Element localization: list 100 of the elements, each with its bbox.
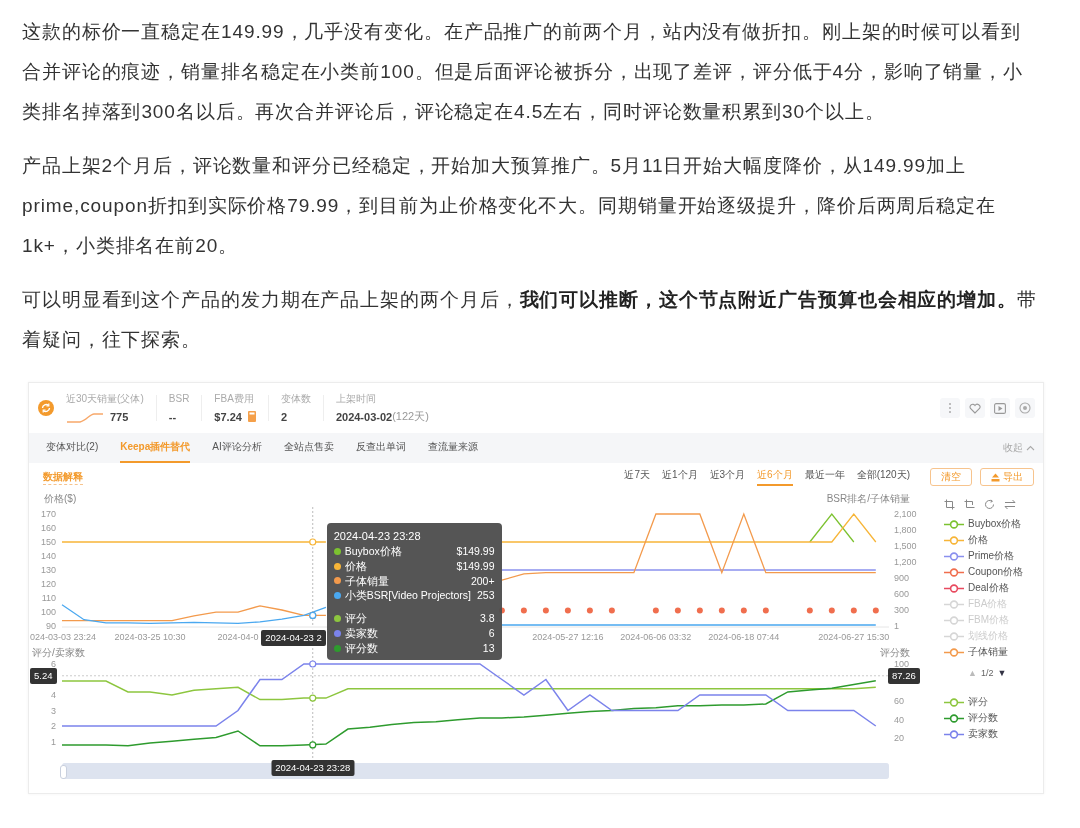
axis-tick-label: 1,800: [894, 525, 917, 535]
range-tab[interactable]: 近1个月: [661, 468, 698, 486]
tooltip-label: 小类BSR[Video Projectors]: [344, 588, 471, 604]
legend-item[interactable]: 子体销量: [944, 644, 1043, 660]
stat-label: 上架时间: [335, 392, 377, 405]
axis-pointer-label: 2024-04-23 2: [261, 630, 326, 646]
more-icon[interactable]: [940, 398, 960, 418]
axis-tick-label: 2024-06-27 15:30: [818, 632, 890, 642]
crosshair-marker: [309, 741, 317, 749]
stat-value: 2: [280, 410, 287, 423]
tab[interactable]: 全站点售卖: [283, 433, 334, 463]
upload-icon: [991, 472, 1000, 482]
tooltip-value: 6: [488, 626, 495, 641]
stat-note: (122天): [392, 409, 429, 424]
axis-tick-label: 90: [46, 621, 56, 631]
tooltip-title: 2024-04-23 23:28: [333, 529, 422, 544]
range-tab[interactable]: 近3个月: [709, 468, 746, 486]
stat-label: 近30天销量(父体): [66, 392, 144, 405]
axis-tick-label: 3: [51, 705, 56, 716]
legend-item[interactable]: 卖家数: [944, 726, 1043, 742]
stat-label: 变体数: [280, 392, 311, 405]
tab[interactable]: 变体对比(2): [46, 433, 99, 463]
axis-pointer-label: 5.24: [30, 667, 57, 684]
axis-pointer-label: 2024-04-23 23:28: [271, 760, 355, 776]
axis-tick-label: 100: [894, 659, 910, 669]
tooltip-value: 3.8: [479, 611, 495, 626]
axis-tick-label: 2,100: [894, 509, 917, 519]
tooltip-label: 卖家数: [344, 626, 378, 641]
axis-tick-label: 300: [894, 605, 910, 616]
legend-item[interactable]: Buybox价格: [944, 516, 1043, 532]
pager-arrow[interactable]: ▼: [997, 668, 1007, 678]
axis-tick-label: 150: [40, 537, 56, 547]
stat-value: --: [168, 410, 177, 423]
sales-sparkline: [66, 410, 104, 423]
legend-item[interactable]: 评分: [944, 694, 1043, 710]
play-icon[interactable]: [990, 398, 1010, 418]
tooltip-label: 价格: [344, 558, 367, 574]
legend-item[interactable]: Prime价格: [944, 548, 1043, 564]
axis-tick-label: 6: [51, 659, 56, 669]
axis-tick-label: 4: [51, 690, 56, 700]
swap-icon[interactable]: [1004, 498, 1016, 510]
tab[interactable]: 反查出单词: [355, 433, 406, 463]
axis-tick-label: 40: [894, 714, 904, 725]
axis-tick-label: 2024-05-27 12:16: [532, 632, 604, 642]
stat-value: 2024-03-02: [335, 410, 393, 423]
stat-label: FBA费用: [214, 392, 255, 405]
slider-handle[interactable]: [60, 765, 67, 779]
axis-tick-label: 60: [894, 696, 904, 707]
zoom-slider[interactable]: [62, 763, 889, 779]
stat-value: 775: [110, 410, 129, 423]
legend-item[interactable]: Coupon价格: [944, 564, 1043, 580]
tooltip-label: 评分: [344, 611, 367, 626]
crosshair-marker: [309, 660, 317, 668]
tab[interactable]: AI评论分析: [212, 433, 262, 463]
axis-tick-label: 170: [40, 509, 56, 519]
legend-item[interactable]: 评分数: [944, 710, 1043, 726]
refresh-icon[interactable]: [984, 498, 995, 510]
legend-line-icon: [944, 599, 964, 609]
axis-tick-label: 140: [40, 551, 56, 561]
axis-tick-label: 1: [894, 621, 899, 631]
axis-pointer-label: 87.26: [888, 667, 920, 684]
axis-tick-label: 2: [51, 721, 56, 731]
tooltip-value: $149.99: [456, 558, 495, 574]
axis-tick-label: 120: [40, 579, 56, 589]
axis-tick-label: 2024-06-18 07:44: [708, 632, 780, 642]
axis-tick-label: 100: [40, 607, 56, 617]
axis-title: 价格($): [44, 493, 77, 504]
axis-tick-label: 900: [894, 573, 910, 584]
legend-line-icon: [944, 631, 964, 641]
crop-icon[interactable]: [964, 498, 975, 510]
tooltip-value: $149.99: [456, 544, 495, 559]
stat-value: $7.24: [214, 410, 242, 423]
axis-tick-label: 024-03-03 23:24: [30, 632, 97, 642]
article-paragraph: 这款的标价一直稳定在149.99，几乎没有变化。在产品推广的前两个月，站内没有做折扣。刚上架的时候可以看到合并评论的痕迹，销量排名稳定在小类前100。但是后面评论被拆分，出现了差评，评分低于4分，影响了销量，小类排名掉落到300名以后。再次合并评论后，评论稳定在4.5左右，同时评论数量积累到30个以上。: [22, 20, 1025, 124]
crosshair-marker: [309, 538, 317, 546]
pager-count: 1/2: [980, 668, 994, 678]
crosshair-marker: [309, 694, 317, 702]
article-paragraph: 产品上架2个月后，评论数量和评分已经稳定，开始加大预算推广。5月11日开始大幅度降价，从149.99加上prime,coupon折扣到实际价格79.99，到目前为止价格变化不大。同期销量开始逐级提升，降价后两周后稳定在1k+，小类排名在前20。: [22, 154, 997, 258]
sync-icon: [38, 400, 54, 416]
range-tab[interactable]: 全部(120天): [856, 468, 910, 486]
caret-icon: [1026, 445, 1035, 451]
axis-title: BSR排名/子体销量: [826, 493, 910, 504]
axis-tick-label: 1,500: [894, 541, 917, 551]
article-paragraph: 可以明显看到这个产品的发力期在产品上架的两个月后，我们可以推断，这个节点附近广告预算也会相应的增加。带着疑问，往下探索。: [22, 288, 1038, 352]
axis-title: 评分数: [880, 647, 910, 658]
axis-tick-label: 1: [51, 736, 56, 747]
axis-tick-label: 2024-06-06 03:32: [620, 632, 692, 642]
tab[interactable]: 查流量来源: [427, 433, 478, 463]
tooltip-label: 子体销量: [344, 573, 389, 589]
range-tab[interactable]: 最近一年: [804, 468, 845, 486]
range-tab[interactable]: 近7天: [624, 468, 650, 486]
tooltip-value: 13: [482, 640, 495, 656]
calculator-icon: [247, 411, 256, 422]
axis-tick-label: 130: [40, 565, 56, 575]
tooltip-label: Buybox价格: [344, 544, 402, 559]
legend-item[interactable]: 价格: [944, 532, 1043, 548]
axis-tick-label: 2024-03-25 10:30: [114, 632, 186, 642]
crop-icon[interactable]: [944, 498, 955, 510]
tooltip-value: 253: [477, 588, 495, 604]
legend-item[interactable]: Deal价格: [944, 580, 1043, 596]
